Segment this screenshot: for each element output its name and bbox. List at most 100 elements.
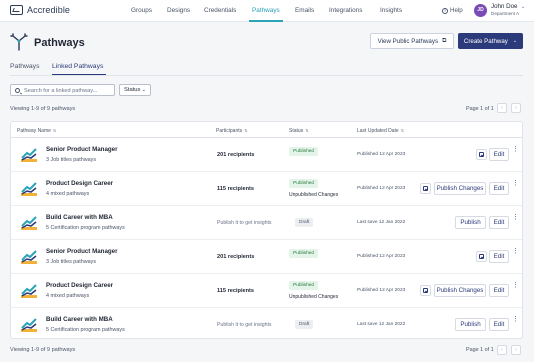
prev-page-button[interactable]: ‹ bbox=[497, 103, 507, 113]
logo-icon bbox=[10, 5, 23, 15]
nav-integrations[interactable]: Integrations bbox=[329, 7, 362, 14]
external-link-icon: ⧉ bbox=[442, 37, 447, 44]
nav-credentials[interactable]: Credentials bbox=[204, 7, 236, 14]
status-filter-select[interactable]: Status ⌄ bbox=[119, 84, 151, 96]
help-icon: ? bbox=[442, 7, 448, 14]
publish-button[interactable]: Publish bbox=[455, 318, 486, 331]
table-row: Build Career with MBA 5 Certification pr… bbox=[11, 308, 522, 342]
tab-linked-pathways[interactable]: Linked Pathways bbox=[52, 63, 103, 70]
sort-icon: ⇅ bbox=[400, 128, 405, 133]
pathway-name[interactable]: Senior Product Manager bbox=[46, 248, 118, 255]
publish-changes-button[interactable]: Publish Changes bbox=[434, 182, 486, 195]
status-badge: Draft bbox=[295, 218, 314, 227]
edit-button[interactable]: Edit bbox=[489, 216, 509, 229]
last-updated: Last save 12 Jan 2022 bbox=[357, 220, 406, 225]
publish-button[interactable]: Publish bbox=[455, 216, 486, 229]
view-public-pathways-button[interactable]: View Public Pathways ⧉ bbox=[370, 33, 454, 49]
nav-active-indicator bbox=[249, 20, 283, 22]
status-badge: Published bbox=[289, 281, 319, 290]
nav-emails[interactable]: Emails bbox=[295, 7, 314, 14]
user-department: Department A bbox=[491, 11, 520, 16]
more-options-icon[interactable]: ⋮ bbox=[512, 146, 519, 153]
edit-button[interactable]: Edit bbox=[489, 148, 509, 161]
sort-icon: ⇅ bbox=[52, 128, 57, 133]
more-options-icon[interactable]: ⋮ bbox=[512, 180, 519, 187]
column-header-last-updated[interactable]: Last Updated Date ⇅ bbox=[357, 128, 404, 134]
viewing-count-bottom: Viewing 1-9 of 9 pathways bbox=[10, 347, 76, 353]
logo-text: Accredible bbox=[27, 5, 71, 15]
unpublished-changes-note: Unpublished Changes bbox=[289, 192, 339, 198]
column-header-status[interactable]: Status ⇅ bbox=[289, 128, 309, 134]
nav-pathways[interactable]: Pathways bbox=[252, 7, 280, 14]
tab-active-indicator bbox=[52, 74, 106, 76]
search-field[interactable] bbox=[10, 84, 115, 96]
pathway-name[interactable]: Build Career with MBA bbox=[46, 316, 113, 323]
pathway-subtitle: 5 Certification program pathways bbox=[46, 327, 125, 333]
pathways-icon bbox=[10, 33, 28, 51]
pathway-subtitle: 3 Job titles pathways bbox=[46, 157, 97, 163]
pathway-thumbnail-icon bbox=[21, 148, 37, 162]
pathway-thumbnail-icon bbox=[21, 216, 37, 230]
pathway-subtitle: 5 Certification program pathways bbox=[46, 225, 125, 231]
column-header-participants[interactable]: Participants ⇅ bbox=[216, 128, 247, 134]
help-link[interactable]: ? Help bbox=[442, 7, 463, 14]
status-badge: Published bbox=[289, 147, 319, 156]
view-insights-button[interactable] bbox=[420, 285, 431, 296]
participants-count: 115 recipients bbox=[217, 186, 255, 192]
more-options-icon[interactable]: ⋮ bbox=[512, 248, 519, 255]
table-row: Build Career with MBA 5 Certification pr… bbox=[11, 206, 522, 240]
pathway-name[interactable]: Product Design Career bbox=[46, 180, 113, 187]
accredible-logo[interactable]: Accredible bbox=[10, 5, 70, 15]
edit-button[interactable]: Edit bbox=[489, 182, 509, 195]
page-title: Pathways bbox=[34, 37, 85, 49]
table-row: Senior Product Manager 3 Job titles path… bbox=[11, 138, 522, 172]
column-header-pathway-name[interactable]: Pathway Name ⇅ bbox=[17, 128, 56, 134]
create-pathway-label: Create Pathway bbox=[463, 37, 508, 45]
pathway-subtitle: 4 mixed pathways bbox=[46, 293, 90, 299]
last-updated: Published 12 Apr 2023 bbox=[357, 186, 406, 191]
tab-pathways[interactable]: Pathways bbox=[10, 63, 39, 70]
table-row: Product Design Career 4 mixed pathways 1… bbox=[11, 172, 522, 206]
more-options-icon[interactable]: ⋮ bbox=[512, 214, 519, 221]
pathway-name[interactable]: Product Design Career bbox=[46, 282, 113, 289]
last-updated: Published 12 Apr 2023 bbox=[357, 254, 406, 259]
create-pathway-button[interactable]: Create Pathway ⌄ bbox=[458, 33, 523, 49]
more-options-icon[interactable]: ⋮ bbox=[512, 316, 519, 323]
next-page-button[interactable]: › bbox=[511, 103, 521, 113]
help-label: Help bbox=[450, 7, 463, 14]
user-name[interactable]: John Doe bbox=[491, 3, 518, 10]
status-badge: Draft bbox=[295, 320, 314, 329]
nav-groups[interactable]: Groups bbox=[131, 7, 152, 14]
last-updated: Published 12 Apr 2023 bbox=[357, 152, 406, 157]
publish-changes-button[interactable]: Publish Changes bbox=[434, 284, 486, 297]
nav-designs[interactable]: Designs bbox=[167, 7, 190, 14]
pathway-thumbnail-icon bbox=[21, 318, 37, 332]
sort-icon: ⇅ bbox=[244, 128, 248, 133]
chart-icon bbox=[479, 254, 484, 259]
view-insights-button[interactable] bbox=[476, 149, 487, 160]
search-input[interactable] bbox=[24, 86, 112, 95]
sort-icon: ⇅ bbox=[305, 128, 309, 133]
next-page-button[interactable]: › bbox=[511, 345, 521, 355]
chevron-down-icon[interactable]: ⌄ bbox=[521, 4, 525, 10]
pathway-name[interactable]: Senior Product Manager bbox=[46, 146, 118, 153]
last-updated: Published 12 Apr 2023 bbox=[357, 288, 406, 293]
participants-count: 201 recipients bbox=[217, 152, 255, 158]
view-insights-button[interactable] bbox=[476, 251, 487, 262]
top-nav-bar: Accredible Groups Designs Credentials Pa… bbox=[0, 0, 534, 22]
view-insights-button[interactable] bbox=[420, 183, 431, 194]
view-public-pathways-label: View Public Pathways bbox=[377, 37, 439, 45]
edit-button[interactable]: Edit bbox=[489, 250, 509, 263]
edit-button[interactable]: Edit bbox=[489, 318, 509, 331]
edit-button[interactable]: Edit bbox=[489, 284, 509, 297]
user-avatar[interactable]: JD bbox=[474, 4, 487, 17]
prev-page-button[interactable]: ‹ bbox=[497, 345, 507, 355]
more-options-icon[interactable]: ⋮ bbox=[512, 282, 519, 289]
participants-count: 115 recipients bbox=[217, 288, 255, 294]
pathway-subtitle: 3 Job titles pathways bbox=[46, 259, 97, 265]
page-info-top: Page 1 of 1 bbox=[466, 106, 494, 112]
page-info-bottom: Page 1 of 1 bbox=[466, 347, 494, 353]
chevron-down-icon: ⌄ bbox=[141, 87, 146, 93]
pathway-name[interactable]: Build Career with MBA bbox=[46, 214, 113, 221]
nav-insights[interactable]: Insights bbox=[380, 7, 402, 14]
